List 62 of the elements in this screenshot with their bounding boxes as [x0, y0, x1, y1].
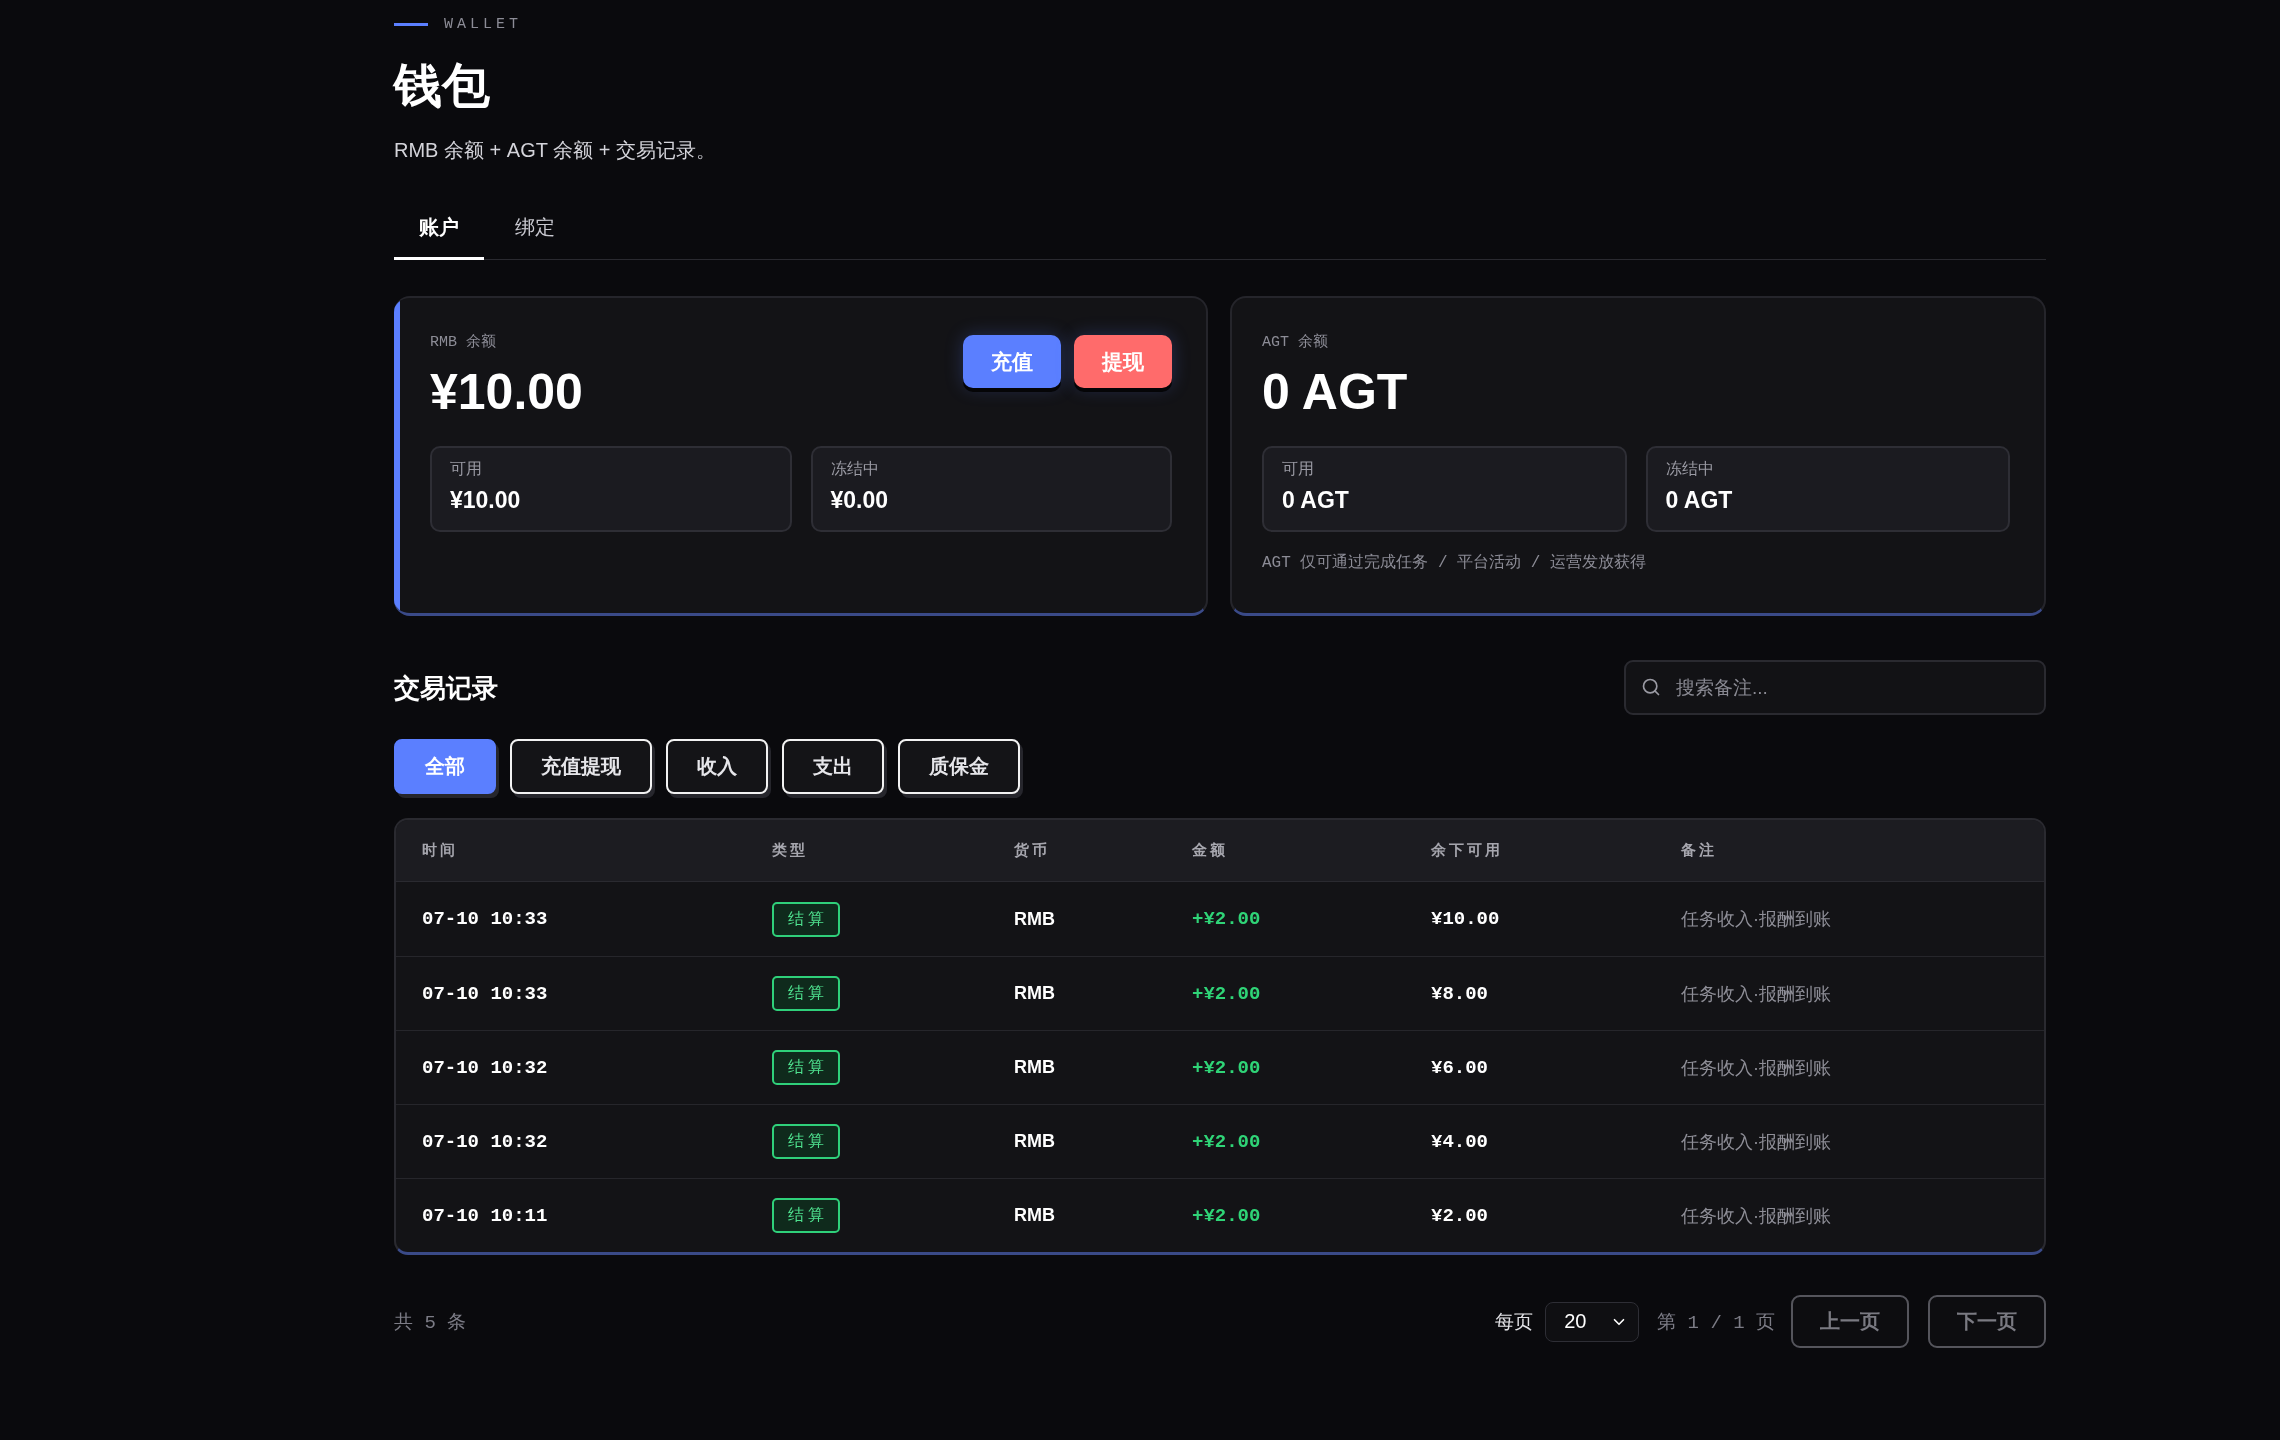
column-header: 类型 [772, 841, 808, 860]
tab[interactable]: 绑定 [490, 199, 580, 260]
balance-amount: ¥10.00 [430, 363, 583, 422]
time-cell: 07-10 10:11 [422, 1204, 548, 1227]
tab[interactable]: 账户 [394, 199, 484, 260]
type-tag: 结算 [772, 901, 840, 937]
column-header: 余下可用 [1431, 841, 1503, 860]
column-header: 备注 [1681, 841, 1717, 860]
sub-balance-value: 0 AGT [1282, 486, 1350, 515]
search-field[interactable]: 搜索备注... [1624, 660, 2046, 715]
time-cell: 07-10 10:32 [422, 1130, 548, 1153]
remaining-cell: ¥6.00 [1431, 1056, 1488, 1079]
currency-cell: RMB [1014, 1131, 1055, 1152]
type-tag: 结算 [772, 976, 840, 1011]
time-cell: 07-10 10:32 [422, 1056, 548, 1079]
balance-note: AGT 仅可通过完成任务 / 平台活动 / 运营发放获得 [1262, 552, 1647, 574]
amount-cell: +¥2.00 [1192, 1056, 1261, 1079]
note-cell-text: 任务收入·报酬到账 [1681, 908, 1831, 931]
balance-amount: 0 AGT [1262, 363, 1408, 422]
sub-balance-value: ¥10.00 [450, 486, 522, 515]
type-tag: 结算 [772, 1050, 840, 1085]
note-cell-text: 任务收入·报酬到账 [1681, 982, 1831, 1006]
note-cell-text: 任务收入·报酬到账 [1681, 1204, 1831, 1228]
page-size-select[interactable]: 20 [1545, 1301, 1640, 1342]
sub-balance-label: 冻结中 [1665, 459, 1715, 479]
amount-cell: +¥2.00 [1192, 982, 1261, 1005]
total-count: 共 5 条 [394, 1310, 467, 1335]
type-tag: 结算 [772, 1198, 840, 1233]
section-title: 交易记录 [394, 671, 498, 705]
column-header: 时间 [422, 841, 458, 860]
time-cell: 07-10 10:33 [422, 908, 548, 930]
accent-line [394, 23, 428, 26]
amount-cell: +¥2.00 [1192, 908, 1261, 930]
currency-cell: RMB [1014, 983, 1055, 1004]
sub-balance-label: 可用 [450, 459, 483, 479]
page-title: 钱包 [394, 58, 491, 114]
balance-label: AGT 余额 [1262, 332, 1329, 353]
sub-balance-value: 0 AGT [1665, 486, 1734, 515]
remaining-cell: ¥10.00 [1431, 908, 1500, 930]
type-tag: 结算 [772, 1124, 840, 1159]
sub-balance-value: ¥0.00 [830, 486, 890, 515]
balance-label: RMB 余额 [430, 332, 497, 353]
eyebrow-label: WALLET [444, 16, 522, 33]
page-subtitle: RMB 余额 + AGT 余额 + 交易记录。 [394, 138, 717, 163]
search-icon [1641, 677, 1661, 697]
currency-cell: RMB [1014, 1057, 1055, 1078]
amount-cell: +¥2.00 [1192, 1204, 1261, 1227]
remaining-cell: ¥8.00 [1431, 982, 1488, 1005]
time-cell: 07-10 10:33 [422, 982, 548, 1005]
currency-cell: RMB [1014, 908, 1055, 930]
column-header: 货币 [1014, 841, 1050, 860]
page-info: 第 1 / 1 页 [1657, 1310, 1775, 1335]
sub-balance-label: 冻结中 [830, 459, 880, 479]
column-header: 金额 [1192, 841, 1228, 860]
amount-cell: +¥2.00 [1192, 1130, 1261, 1153]
remaining-cell: ¥4.00 [1431, 1130, 1488, 1153]
page-size-label: 每页 [1495, 1309, 1534, 1334]
currency-cell: RMB [1014, 1205, 1055, 1226]
sub-balance-label: 可用 [1282, 459, 1315, 479]
note-cell-text: 任务收入·报酬到账 [1681, 1056, 1831, 1080]
note-cell-text: 任务收入·报酬到账 [1681, 1130, 1831, 1154]
remaining-cell: ¥2.00 [1431, 1204, 1488, 1227]
